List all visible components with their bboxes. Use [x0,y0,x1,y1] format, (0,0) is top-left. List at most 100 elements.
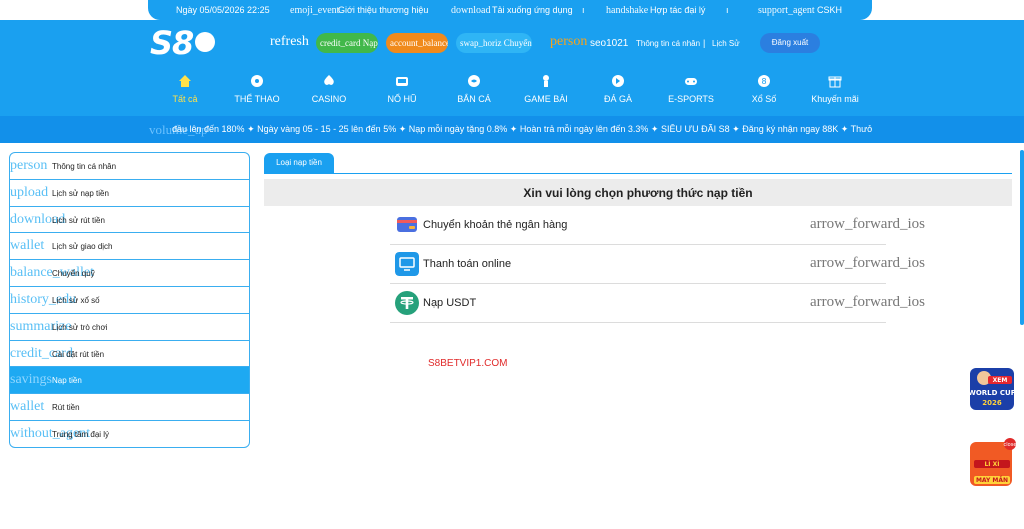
agent-partner-link[interactable]: Hợp tác đại lý [650,5,705,15]
s8-logo[interactable]: S8 [150,24,216,62]
cards-icon [543,75,549,87]
scroll-indicator[interactable] [1020,150,1024,325]
person-icon: person [10,158,48,173]
datetime: Ngày 05/05/2026 22:25 [176,5,270,15]
username: seo1021 [590,38,629,49]
sidebar-item-label: Lịch sử nạp tiền [52,188,109,198]
sidebar-item-label: Lịch sử trò chơi [52,322,108,332]
method-label: Chuyển khoản thẻ ngân hàng [423,219,568,231]
svg-text:close: close [1004,442,1017,448]
nav-item-cockfight[interactable]: ĐÁ GÀ [578,74,658,104]
sidebar-item-label: Nạp tiền [52,376,82,386]
slot-machine-icon [396,77,408,86]
nav-label: BẮN CÁ [457,94,491,104]
spade-icon [324,75,334,85]
rooster-icon [612,75,624,87]
deposit-method-usdt[interactable]: Nạp USDT arrow_forward_ios [390,284,925,323]
tab-underline [264,173,1012,174]
gamepad-icon [685,78,697,85]
nav-item-fishing[interactable]: BẮN CÁ [434,74,514,104]
divider: | [703,38,706,48]
sidebar-item-label: Lịch sử giao dịch [52,242,113,252]
support-agent-icon: support_agent [758,5,815,16]
download-icon: download [451,5,491,16]
nav-label: CASINO [311,94,347,104]
nav-item-sports[interactable]: THỂ THAO [217,74,297,104]
sidebar-item-withdraw-history[interactable]: download Lịch sử rút tiền [10,207,249,234]
sidebar-item-label: Thông tin cá nhân [52,162,117,171]
account-info-link[interactable]: Thông tin cá nhân [636,39,700,48]
brand-intro-link[interactable]: Giới thiệu thương hiệu [338,5,428,15]
nav-label: THỂ THAO [234,94,280,104]
nav-label: ĐÁ GÀ [603,94,632,104]
nav-label: GAME BÀI [524,94,568,104]
method-label: Nạp USDT [423,297,477,309]
download-app-link[interactable]: Tải xuống ứng dụng [492,5,573,15]
logout-button[interactable]: Đăng xuất [760,33,820,53]
wallet-icon: wallet [10,238,45,254]
fish-icon [468,75,480,87]
sidebar-item-deposit-history[interactable]: upload Lịch sử nạp tiền [10,180,249,207]
svg-text:XEM: XEM [993,377,1008,384]
sidebar-item-label: Lịch sử rút tiền [52,215,105,225]
sidebar-item-game-history[interactable]: summarize Lịch sử trò chơi [10,314,249,341]
sidebar-item-transaction-history[interactable]: wallet Lịch sử giao dịch [10,233,249,261]
tab-deposit-type[interactable]: Loại nạp tiền [264,153,334,173]
sidebar-item-deposit[interactable]: savings Nạp tiền [10,367,249,395]
deposit-method-online[interactable]: Thanh toán online arrow_forward_ios [390,245,925,284]
nav-label: Xổ Số [751,94,777,104]
nav-item-cards[interactable]: GAME BÀI [506,74,586,104]
upload-icon: upload [10,184,49,200]
nav-label: Khuyến mãi [811,94,859,104]
nav-item-esports[interactable]: E-SPORTS [651,74,731,104]
deposit-method-bank-card[interactable]: Chuyển khoản thẻ ngân hàng arrow_forward… [390,206,925,245]
refresh-icon[interactable]: refresh [270,34,309,50]
home-icon [179,75,191,87]
sidebar-item-profile[interactable]: person Thông tin cá nhân [10,153,249,180]
savings-icon: savings [10,372,52,388]
svg-text:2026: 2026 [982,399,1002,407]
divider: ı [726,5,729,15]
withdraw-button[interactable]: account_balance_wallet Rút tiền [386,33,448,53]
arrow-forward-icon: arrow_forward_ios [810,216,925,232]
sidebar-item-agent-center[interactable]: without_agent Trung tâm đại lý [10,421,249,447]
world-cup-promo-icon[interactable]: XEM WORLD CUP 2026 [966,362,1018,414]
nav-item-casino[interactable]: CASINO [289,74,369,104]
cskh-link[interactable]: CSKH [817,5,842,15]
online-payment-icon [395,252,419,276]
account-sidebar: person Thông tin cá nhân upload Lịch sử nạ… [9,152,250,448]
usdt-icon [395,291,419,315]
person-icon: person [550,34,588,49]
nav-item-promotions[interactable]: Khuyến mãi [795,74,875,104]
svg-text:WORLD CUP: WORLD CUP [968,389,1016,397]
bank-card-icon [397,217,417,232]
events-icon: emoji_events [290,5,340,16]
nav-label: NỔ HŨ [387,94,417,104]
page-title: Xin vui lòng chọn phương thức nạp tiền [523,186,753,200]
header: S8 refresh credit_card Nạp tiền account_… [0,20,1024,66]
sidebar-item-withdraw-settings[interactable]: credit_card Cài đặt rút tiền [10,341,249,368]
arrow-forward-icon: arrow_forward_ios [810,255,925,271]
nav-item-lottery[interactable]: 8 Xổ Số [724,74,804,104]
marquee-text: đầu lên đến 180% ✦ Ngày vàng 05 - 15 - 2… [172,124,872,134]
history-link[interactable]: Lịch Sử [712,39,740,48]
deposit-button[interactable]: credit_card Nạp tiền [316,33,378,53]
sidebar-item-lottery-history[interactable]: history_edu Lịch sử xổ số [10,287,249,314]
soccer-ball-icon [195,32,216,52]
lottery-ball-icon: 8 [758,75,770,87]
transfer-button[interactable]: swap_horiz Chuyển quỹ [456,33,532,53]
logo-text: S8 [150,24,194,62]
sidebar-item-label: Trung tâm đại lý [52,429,110,439]
lucky-money-promo-icon[interactable]: close LÌ XÌ MAY MẮN [964,436,1020,492]
sidebar-item-withdraw[interactable]: wallet Rút tiền [10,394,249,421]
announcement-marquee: volume_up đầu lên đến 180% ✦ Ngày vàng 0… [0,116,1024,143]
nav-item-all[interactable]: Tất cả [145,74,225,104]
wallet-icon: wallet [10,399,45,415]
nav-label: Tất cả [172,94,198,104]
soccer-ball-icon [251,75,263,87]
sidebar-item-transfer[interactable]: balance_wallet Chuyển quỹ [10,260,249,287]
sidebar-item-label: Rút tiền [52,403,80,413]
svg-text:LÌ XÌ: LÌ XÌ [984,460,999,468]
nav-item-slots[interactable]: NỔ HŨ [362,74,442,104]
main-nav: Tất cả THỂ THAO CASINO NỔ HŨ BẮN CÁ GAME… [0,66,1024,116]
